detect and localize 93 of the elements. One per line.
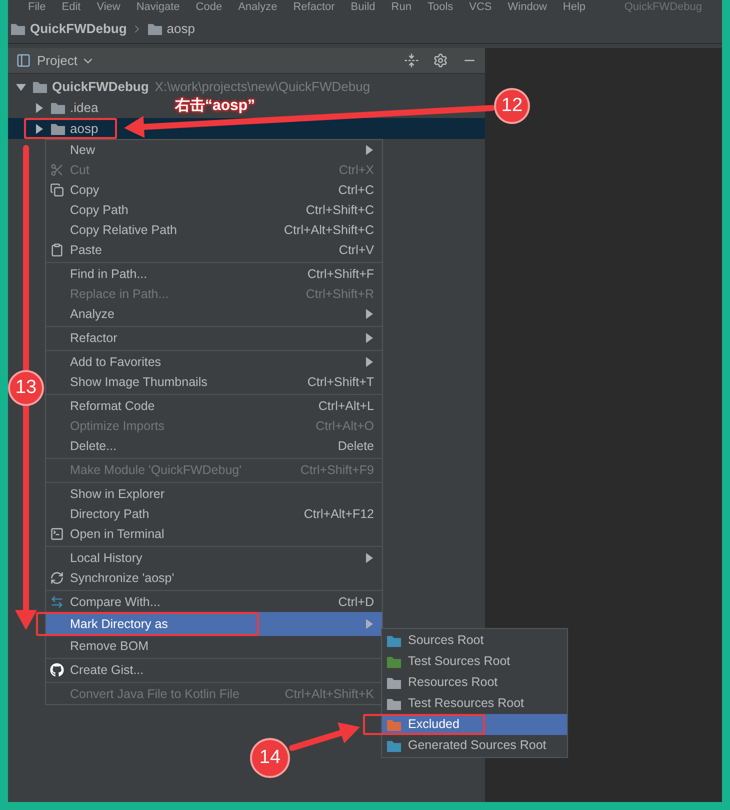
menu-item-label: Paste <box>70 242 102 259</box>
menu-item-label: Copy <box>70 182 100 199</box>
menubar-item[interactable]: Code <box>196 1 222 13</box>
menu-item-label: Copy Relative Path <box>70 222 178 239</box>
submenu-item-label: Excluded <box>408 716 460 734</box>
menu-item[interactable]: Compare With... Ctrl+D <box>46 592 382 612</box>
menu-shortcut: Ctrl+Shift+F <box>307 266 374 283</box>
menu-shortcut: Ctrl+Shift+R <box>306 286 374 303</box>
menu-shortcut: Ctrl+C <box>338 182 374 199</box>
breadcrumb-item[interactable]: aosp <box>166 18 195 38</box>
menu-shortcut: Ctrl+Alt+Shift+K <box>284 686 374 703</box>
menu-shortcut: Ctrl+X <box>338 162 374 179</box>
menu-item[interactable]: Reformat Code Ctrl+Alt+L <box>46 396 382 416</box>
menu-item-label: Synchronize 'aosp' <box>70 570 174 587</box>
menu-item-label: Analyze <box>70 306 114 323</box>
menu-item-label: Replace in Path... <box>70 286 169 303</box>
menu-shortcut: Ctrl+D <box>338 594 374 611</box>
menubar-item[interactable]: Build <box>350 1 376 13</box>
menu-item-label: Mark Directory as <box>70 616 168 633</box>
menu-shortcut: Ctrl+Alt+F12 <box>304 506 374 523</box>
menu-item-label: Open in Terminal <box>70 526 164 543</box>
breadcrumb-item[interactable]: QuickFWDebug <box>30 18 127 38</box>
menubar-item[interactable]: Refactor <box>293 1 335 13</box>
menu-item[interactable]: Synchronize 'aosp' <box>46 568 382 588</box>
menu-item[interactable]: Remove BOM <box>46 636 382 656</box>
menu-item[interactable]: Copy Relative Path Ctrl+Alt+Shift+C <box>46 220 382 240</box>
menu-shortcut: Ctrl+Shift+T <box>307 374 374 391</box>
menu-item-label: Convert Java File to Kotlin File <box>70 686 240 703</box>
menu-item-label: Make Module 'QuickFWDebug' <box>70 462 242 479</box>
menu-item-label: Copy Path <box>70 202 128 219</box>
menu-item[interactable]: Copy Ctrl+C <box>46 180 382 200</box>
menu-item[interactable]: Find in Path... Ctrl+Shift+F <box>46 264 382 284</box>
menubar-item[interactable]: Window <box>508 1 547 13</box>
menubar-item[interactable]: Navigate <box>136 1 180 13</box>
panel-title[interactable]: Project <box>37 50 78 70</box>
menu-item-label: Show Image Thumbnails <box>70 374 208 391</box>
submenu-item-label: Generated Sources Root <box>408 737 546 754</box>
tree-item-path: X:\work\projects\new\QuickFWDebug <box>154 78 370 96</box>
menubar-item[interactable]: Analyze <box>238 1 278 13</box>
menu-item-label: Cut <box>70 162 90 179</box>
menubar-item[interactable]: Help <box>562 1 586 13</box>
menu-shortcut: Ctrl+V <box>338 242 374 259</box>
menubar-item[interactable]: VCS <box>469 1 492 13</box>
menu-item-label: Create Gist... <box>70 662 144 679</box>
menu-item-label: Add to Favorites <box>70 354 162 371</box>
submenu-item-label: Test Sources Root <box>408 653 510 670</box>
menu-shortcut: Delete <box>338 438 374 455</box>
callout-label: 右击“aosp” <box>175 96 256 116</box>
submenu-item-label: Sources Root <box>408 632 484 650</box>
menubar-item[interactable]: Run <box>391 1 412 13</box>
menu-item[interactable]: New <box>46 140 382 160</box>
menubar-item[interactable]: Edit <box>62 1 81 13</box>
menu-item-label: Delete... <box>70 438 117 455</box>
menu-item[interactable]: Create Gist... <box>46 660 382 680</box>
menu-item[interactable]: Local History <box>46 548 382 568</box>
menu-item[interactable]: Show in Explorer <box>46 484 382 504</box>
tree-item-label: QuickFWDebug <box>52 78 149 96</box>
menu-shortcut: Ctrl+Alt+Shift+C <box>284 222 374 239</box>
menu-item[interactable]: Open in Terminal <box>46 524 382 544</box>
submenu-item[interactable]: Resources Root <box>382 672 567 693</box>
menu-item[interactable]: Paste Ctrl+V <box>46 240 382 260</box>
menu-item[interactable]: Copy Path Ctrl+Shift+C <box>46 200 382 220</box>
submenu-item[interactable]: Generated Sources Root <box>382 735 567 756</box>
menu-item-label: Remove BOM <box>70 638 148 655</box>
menu-item-label: Directory Path <box>70 506 150 523</box>
menu-item[interactable]: Delete... Delete <box>46 436 382 456</box>
menu-item[interactable]: Analyze <box>46 304 382 324</box>
menu-item[interactable]: Show Image Thumbnails Ctrl+Shift+T <box>46 372 382 392</box>
menu-item-label: Compare With... <box>70 594 160 611</box>
menubar-item[interactable]: Tools <box>427 1 454 13</box>
menu-item[interactable]: Add to Favorites <box>46 352 382 372</box>
menu-item-label: Show in Explorer <box>70 486 164 503</box>
menu-shortcut: Ctrl+Shift+F9 <box>300 462 374 479</box>
tree-item-label: .idea <box>70 98 98 117</box>
menu-shortcut: Ctrl+Shift+C <box>306 202 374 219</box>
menu-item-label: Find in Path... <box>70 266 148 283</box>
menubar-item[interactable]: View <box>96 1 120 13</box>
menu-item-label: New <box>70 142 96 159</box>
menu-item-label: Refactor <box>70 330 118 347</box>
menu-item-label: Reformat Code <box>70 398 155 415</box>
menu-item[interactable]: Directory Path Ctrl+Alt+F12 <box>46 504 382 524</box>
menu-shortcut: Ctrl+Alt+L <box>318 398 374 415</box>
submenu-item[interactable]: Sources Root <box>382 630 567 651</box>
submenu-item[interactable]: Test Sources Root <box>382 651 567 672</box>
tree-item-label: aosp <box>70 120 98 138</box>
menu-item-label: Optimize Imports <box>70 418 164 435</box>
menubar-item[interactable]: File <box>28 1 46 13</box>
submenu-item-label: Resources Root <box>408 674 498 692</box>
menu-shortcut: Ctrl+Alt+O <box>316 418 374 435</box>
submenu-item[interactable]: Test Resources Root <box>382 693 567 714</box>
menu-item[interactable]: Refactor <box>46 328 382 348</box>
submenu-item-label: Test Resources Root <box>408 695 524 712</box>
menu-item-label: Local History <box>70 550 142 567</box>
